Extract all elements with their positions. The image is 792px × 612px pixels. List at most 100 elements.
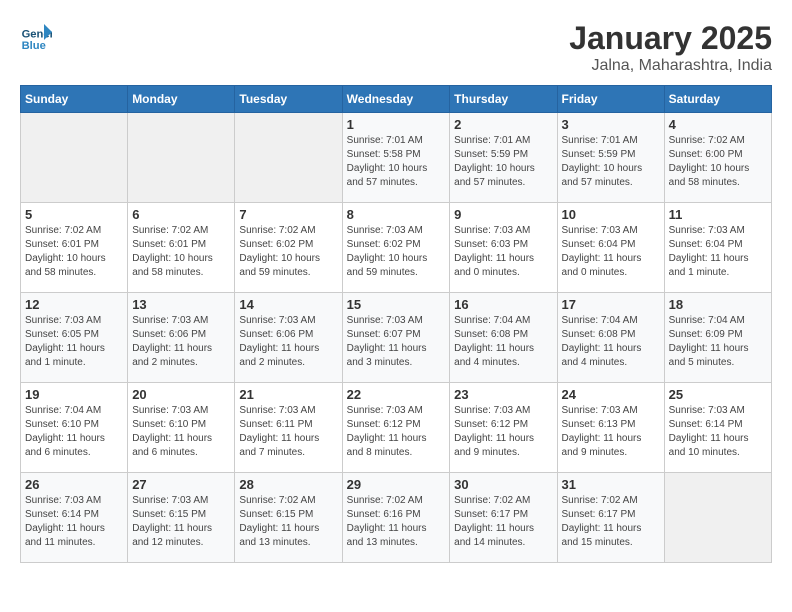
calendar-day-cell: 4 Sunrise: 7:02 AM Sunset: 6:00 PM Dayli…	[664, 113, 771, 203]
day-number: 16	[454, 297, 552, 312]
day-number: 14	[239, 297, 337, 312]
day-info: Sunrise: 7:04 AM Sunset: 6:08 PM Dayligh…	[454, 314, 552, 370]
day-info: Sunrise: 7:03 AM Sunset: 6:06 PM Dayligh…	[132, 314, 230, 370]
calendar-day-cell	[128, 113, 235, 203]
day-info: Sunrise: 7:03 AM Sunset: 6:03 PM Dayligh…	[454, 224, 552, 280]
calendar-day-cell: 30 Sunrise: 7:02 AM Sunset: 6:17 PM Dayl…	[450, 473, 557, 563]
header-thursday: Thursday	[450, 86, 557, 113]
calendar-day-cell: 6 Sunrise: 7:02 AM Sunset: 6:01 PM Dayli…	[128, 203, 235, 293]
day-number: 12	[25, 297, 123, 312]
day-info: Sunrise: 7:03 AM Sunset: 6:11 PM Dayligh…	[239, 404, 337, 460]
calendar-day-cell: 18 Sunrise: 7:04 AM Sunset: 6:09 PM Dayl…	[664, 293, 771, 383]
day-info: Sunrise: 7:03 AM Sunset: 6:02 PM Dayligh…	[347, 224, 446, 280]
day-number: 25	[669, 387, 767, 402]
day-number: 27	[132, 477, 230, 492]
day-number: 10	[562, 207, 660, 222]
day-number: 24	[562, 387, 660, 402]
day-number: 8	[347, 207, 446, 222]
calendar-week-row: 12 Sunrise: 7:03 AM Sunset: 6:05 PM Dayl…	[21, 293, 772, 383]
page-title: January 2025	[569, 20, 772, 57]
calendar-day-cell: 14 Sunrise: 7:03 AM Sunset: 6:06 PM Dayl…	[235, 293, 342, 383]
day-number: 11	[669, 207, 767, 222]
day-number: 19	[25, 387, 123, 402]
day-number: 6	[132, 207, 230, 222]
day-info: Sunrise: 7:02 AM Sunset: 6:00 PM Dayligh…	[669, 134, 767, 190]
calendar-day-cell: 31 Sunrise: 7:02 AM Sunset: 6:17 PM Dayl…	[557, 473, 664, 563]
day-info: Sunrise: 7:01 AM Sunset: 5:59 PM Dayligh…	[562, 134, 660, 190]
calendar-day-cell: 26 Sunrise: 7:03 AM Sunset: 6:14 PM Dayl…	[21, 473, 128, 563]
calendar-day-cell: 5 Sunrise: 7:02 AM Sunset: 6:01 PM Dayli…	[21, 203, 128, 293]
day-number: 23	[454, 387, 552, 402]
day-number: 13	[132, 297, 230, 312]
day-number: 26	[25, 477, 123, 492]
header-sunday: Sunday	[21, 86, 128, 113]
day-info: Sunrise: 7:01 AM Sunset: 5:58 PM Dayligh…	[347, 134, 446, 190]
day-number: 5	[25, 207, 123, 222]
calendar-day-cell: 17 Sunrise: 7:04 AM Sunset: 6:08 PM Dayl…	[557, 293, 664, 383]
day-number: 28	[239, 477, 337, 492]
calendar-day-cell: 12 Sunrise: 7:03 AM Sunset: 6:05 PM Dayl…	[21, 293, 128, 383]
day-info: Sunrise: 7:02 AM Sunset: 6:17 PM Dayligh…	[562, 494, 660, 550]
calendar-week-row: 1 Sunrise: 7:01 AM Sunset: 5:58 PM Dayli…	[21, 113, 772, 203]
calendar-day-cell: 20 Sunrise: 7:03 AM Sunset: 6:10 PM Dayl…	[128, 383, 235, 473]
day-info: Sunrise: 7:03 AM Sunset: 6:13 PM Dayligh…	[562, 404, 660, 460]
day-info: Sunrise: 7:03 AM Sunset: 6:12 PM Dayligh…	[347, 404, 446, 460]
day-number: 17	[562, 297, 660, 312]
calendar-day-cell: 1 Sunrise: 7:01 AM Sunset: 5:58 PM Dayli…	[342, 113, 450, 203]
calendar-day-cell: 19 Sunrise: 7:04 AM Sunset: 6:10 PM Dayl…	[21, 383, 128, 473]
day-info: Sunrise: 7:04 AM Sunset: 6:08 PM Dayligh…	[562, 314, 660, 370]
day-number: 4	[669, 117, 767, 132]
day-info: Sunrise: 7:03 AM Sunset: 6:14 PM Dayligh…	[25, 494, 123, 550]
day-number: 22	[347, 387, 446, 402]
day-number: 31	[562, 477, 660, 492]
day-info: Sunrise: 7:02 AM Sunset: 6:01 PM Dayligh…	[25, 224, 123, 280]
header-wednesday: Wednesday	[342, 86, 450, 113]
logo-icon: General Blue	[20, 20, 52, 52]
day-info: Sunrise: 7:02 AM Sunset: 6:16 PM Dayligh…	[347, 494, 446, 550]
calendar-week-row: 5 Sunrise: 7:02 AM Sunset: 6:01 PM Dayli…	[21, 203, 772, 293]
svg-text:Blue: Blue	[22, 40, 46, 52]
day-number: 3	[562, 117, 660, 132]
day-number: 7	[239, 207, 337, 222]
calendar-day-cell: 23 Sunrise: 7:03 AM Sunset: 6:12 PM Dayl…	[450, 383, 557, 473]
day-info: Sunrise: 7:02 AM Sunset: 6:17 PM Dayligh…	[454, 494, 552, 550]
calendar-day-cell: 16 Sunrise: 7:04 AM Sunset: 6:08 PM Dayl…	[450, 293, 557, 383]
logo: General Blue	[20, 20, 52, 52]
calendar-day-cell: 11 Sunrise: 7:03 AM Sunset: 6:04 PM Dayl…	[664, 203, 771, 293]
day-number: 29	[347, 477, 446, 492]
day-number: 15	[347, 297, 446, 312]
calendar-day-cell: 29 Sunrise: 7:02 AM Sunset: 6:16 PM Dayl…	[342, 473, 450, 563]
calendar-week-row: 19 Sunrise: 7:04 AM Sunset: 6:10 PM Dayl…	[21, 383, 772, 473]
title-area: January 2025 Jalna, Maharashtra, India	[569, 20, 772, 75]
calendar-day-cell: 8 Sunrise: 7:03 AM Sunset: 6:02 PM Dayli…	[342, 203, 450, 293]
calendar-day-cell: 28 Sunrise: 7:02 AM Sunset: 6:15 PM Dayl…	[235, 473, 342, 563]
header-monday: Monday	[128, 86, 235, 113]
day-info: Sunrise: 7:03 AM Sunset: 6:04 PM Dayligh…	[562, 224, 660, 280]
day-info: Sunrise: 7:04 AM Sunset: 6:10 PM Dayligh…	[25, 404, 123, 460]
calendar-day-cell: 15 Sunrise: 7:03 AM Sunset: 6:07 PM Dayl…	[342, 293, 450, 383]
calendar-table: Sunday Monday Tuesday Wednesday Thursday…	[20, 85, 772, 563]
calendar-day-cell: 27 Sunrise: 7:03 AM Sunset: 6:15 PM Dayl…	[128, 473, 235, 563]
day-number: 1	[347, 117, 446, 132]
day-info: Sunrise: 7:02 AM Sunset: 6:02 PM Dayligh…	[239, 224, 337, 280]
day-number: 9	[454, 207, 552, 222]
header-tuesday: Tuesday	[235, 86, 342, 113]
day-info: Sunrise: 7:03 AM Sunset: 6:04 PM Dayligh…	[669, 224, 767, 280]
day-number: 30	[454, 477, 552, 492]
day-info: Sunrise: 7:01 AM Sunset: 5:59 PM Dayligh…	[454, 134, 552, 190]
page-subtitle: Jalna, Maharashtra, India	[569, 57, 772, 75]
day-info: Sunrise: 7:03 AM Sunset: 6:12 PM Dayligh…	[454, 404, 552, 460]
calendar-day-cell: 9 Sunrise: 7:03 AM Sunset: 6:03 PM Dayli…	[450, 203, 557, 293]
day-info: Sunrise: 7:02 AM Sunset: 6:15 PM Dayligh…	[239, 494, 337, 550]
day-info: Sunrise: 7:04 AM Sunset: 6:09 PM Dayligh…	[669, 314, 767, 370]
calendar-week-row: 26 Sunrise: 7:03 AM Sunset: 6:14 PM Dayl…	[21, 473, 772, 563]
day-number: 18	[669, 297, 767, 312]
calendar-day-cell: 10 Sunrise: 7:03 AM Sunset: 6:04 PM Dayl…	[557, 203, 664, 293]
calendar-day-cell: 3 Sunrise: 7:01 AM Sunset: 5:59 PM Dayli…	[557, 113, 664, 203]
day-info: Sunrise: 7:03 AM Sunset: 6:05 PM Dayligh…	[25, 314, 123, 370]
calendar-day-cell: 13 Sunrise: 7:03 AM Sunset: 6:06 PM Dayl…	[128, 293, 235, 383]
day-info: Sunrise: 7:03 AM Sunset: 6:06 PM Dayligh…	[239, 314, 337, 370]
day-info: Sunrise: 7:03 AM Sunset: 6:10 PM Dayligh…	[132, 404, 230, 460]
day-number: 20	[132, 387, 230, 402]
day-info: Sunrise: 7:02 AM Sunset: 6:01 PM Dayligh…	[132, 224, 230, 280]
